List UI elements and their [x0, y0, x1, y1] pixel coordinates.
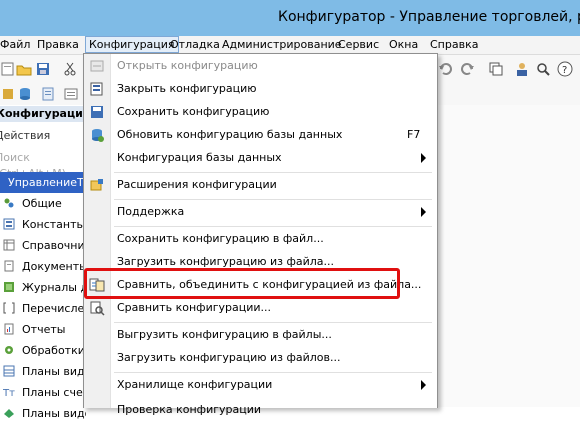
constants-icon [3, 218, 15, 230]
calc-types-icon [4, 409, 14, 418]
chart-accounts-icon: Тт [3, 388, 15, 398]
extensions-icon [90, 179, 103, 191]
help-icon[interactable]: ? [557, 61, 573, 77]
window-title: Конфигуратор - Управление торговлей, ред [278, 9, 580, 25]
update-db-icon [92, 129, 104, 142]
config-panel: Конфигурация Действия Поиск (Ctrl+Alt+M)… [0, 105, 90, 420]
tree-item-root[interactable]: УправлениеТорговлей [0, 172, 86, 193]
menu-service[interactable]: Сервис [335, 37, 382, 52]
svg-text:Тт: Тт [3, 388, 15, 398]
compare-icon [90, 301, 105, 316]
processing-icon [5, 346, 13, 354]
menu-item-save-config[interactable]: Сохранить конфигурацию [84, 101, 437, 123]
menu-separator [114, 172, 432, 173]
menu-configuration[interactable]: Конфигурация [85, 36, 179, 53]
journals-icon [4, 282, 14, 292]
menu-windows[interactable]: Окна [386, 37, 421, 52]
enums-icon [3, 302, 15, 314]
menu-help[interactable]: Справка [427, 37, 481, 52]
menu-item-import-files[interactable]: Загрузить конфигурацию из файлов... [84, 347, 437, 369]
submenu-arrow-icon [421, 380, 426, 390]
menu-item-update-db[interactable]: Обновить конфигурацию базы данных F7 [84, 124, 437, 146]
open-config-icon [90, 60, 104, 72]
tree-item-catalogs[interactable]: Справочники [0, 235, 86, 256]
menu-debug[interactable]: Отладка [167, 37, 223, 52]
menu-separator [114, 226, 432, 227]
window-title-bar: Конфигуратор - Управление торговлей, ред [0, 0, 580, 37]
workspace-area [436, 105, 580, 407]
config-tree-icon[interactable] [0, 86, 16, 102]
save-icon[interactable] [35, 61, 51, 77]
config-panel-header: Конфигурация [0, 106, 90, 122]
menu-separator [114, 322, 432, 323]
tree-item-documents[interactable]: Документы [0, 256, 86, 277]
menu-item-support[interactable]: Поддержка [84, 201, 437, 223]
tree-item-enums[interactable]: Перечисления [0, 298, 86, 319]
tree-item-chart-types[interactable]: Планы видов характеристик [0, 361, 86, 382]
actions-menu[interactable]: Действия [0, 126, 86, 146]
menu-separator [114, 199, 432, 200]
menu-edit[interactable]: Правка [34, 37, 82, 52]
menu-administration[interactable]: Администрирование [219, 37, 345, 52]
menu-item-repository[interactable]: Хранилище конфигурации [84, 374, 437, 396]
svg-text:?: ? [562, 65, 567, 76]
tree-item-reports[interactable]: Отчеты [0, 319, 86, 340]
highlight-annotation-box [84, 268, 400, 299]
menu-item-extensions[interactable]: Расширения конфигурации [84, 174, 437, 196]
user-help-icon[interactable] [514, 61, 530, 77]
reports-icon [4, 323, 14, 335]
shortcut-f7: F7 [407, 128, 421, 141]
documents-icon [4, 260, 14, 272]
redo-icon[interactable] [460, 61, 476, 77]
menu-item-open-config[interactable]: Открыть конфигурацию [84, 55, 437, 77]
menu-separator [114, 372, 432, 373]
menu-item-compare[interactable]: Сравнить конфигурации... [84, 297, 437, 319]
menu-item-close-config[interactable]: Закрыть конфигурацию [84, 78, 437, 100]
menu-item-save-to-file[interactable]: Сохранить конфигурацию в файл... [84, 228, 437, 250]
submenu-arrow-icon [421, 153, 426, 163]
edit-icon[interactable] [40, 86, 56, 102]
new-icon[interactable] [0, 61, 16, 77]
undo-icon[interactable] [437, 61, 453, 77]
tree-item-constants[interactable]: Константы [0, 214, 86, 235]
db-update-icon[interactable] [17, 86, 33, 102]
save-config-icon [91, 106, 103, 118]
tree-item-calc-types[interactable]: Планы видов расчета [0, 403, 86, 424]
menu-item-export-files[interactable]: Выгрузить конфигурацию в файлы... [84, 324, 437, 346]
open-icon[interactable] [16, 61, 32, 77]
common-icon [4, 198, 14, 208]
catalogs-icon [3, 239, 15, 251]
config-search-field[interactable]: Поиск (Ctrl+Alt+M) [0, 150, 86, 180]
configuration-dropdown-menu: Открыть конфигурацию Закрыть конфигураци… [83, 53, 438, 416]
windows-icon[interactable] [488, 61, 504, 77]
chart-types-icon [3, 365, 15, 377]
tree-item-processing[interactable]: Обработки [0, 340, 86, 361]
close-config-icon [90, 82, 103, 96]
tree-item-chart-accounts[interactable]: Тт Планы счетов [0, 382, 86, 403]
menu-item-db-config[interactable]: Конфигурация базы данных [84, 147, 437, 169]
menu-file[interactable]: Файл [0, 37, 33, 52]
menu-item-check-config[interactable]: Проверка конфигурации [84, 399, 437, 421]
search-help-icon[interactable] [536, 61, 552, 77]
cut-icon[interactable] [62, 61, 78, 77]
tree-item-journals[interactable]: Журналы документов [0, 277, 86, 298]
properties-icon[interactable] [63, 86, 79, 102]
submenu-arrow-icon [421, 207, 426, 217]
tree-item-common[interactable]: Общие [0, 193, 86, 214]
